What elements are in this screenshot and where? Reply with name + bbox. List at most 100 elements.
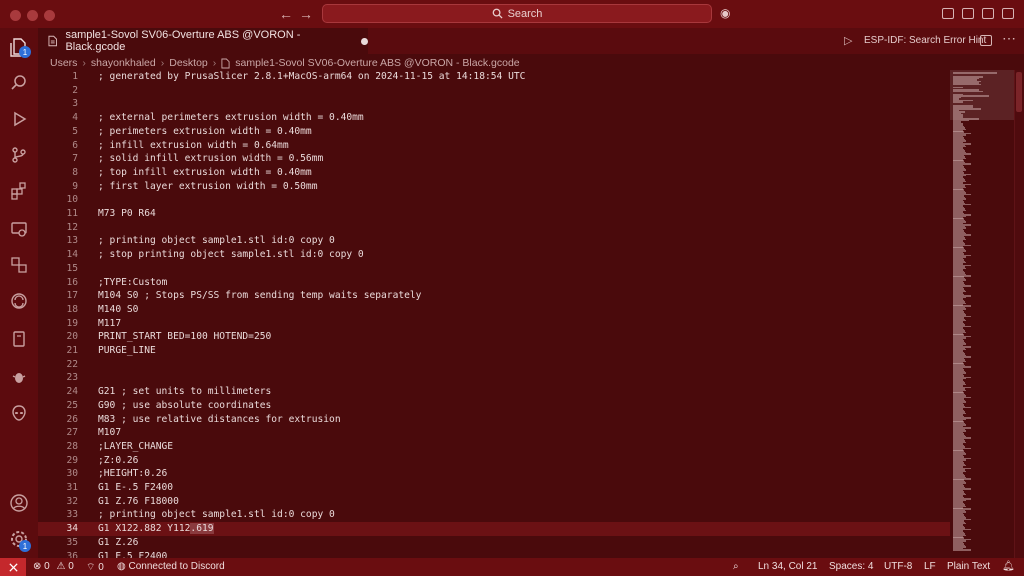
chevron-right-icon: › xyxy=(82,57,86,69)
code-line[interactable]: 17 M104 S0 ; Stops PS/SS from sending tem… xyxy=(38,289,950,303)
code-line[interactable]: 16 ;TYPE:Custom xyxy=(38,276,950,290)
code-line[interactable]: 9 ; first layer extrusion width = 0.50mm xyxy=(38,180,950,194)
code-text: M107 xyxy=(98,427,122,439)
discord-status[interactable]: ◍ Connected to Discord xyxy=(117,561,225,572)
code-text: ; external perimeters extrusion width = … xyxy=(98,112,364,124)
minimap-line xyxy=(953,83,981,86)
breadcrumb-item[interactable]: Users xyxy=(50,57,77,69)
code-line[interactable]: 8 ; top infill extrusion width = 0.40mm xyxy=(38,166,950,180)
code-line[interactable]: 18 M140 S0 xyxy=(38,303,950,317)
code-line[interactable]: 34 G1 X122.882 Y112.619 xyxy=(38,522,950,536)
run-debug-icon[interactable] xyxy=(8,108,30,130)
code-line[interactable]: 13 ; printing object sample1.stl id:0 cop… xyxy=(38,234,950,248)
code-line[interactable]: 33 ; printing object sample1.stl id:0 cop… xyxy=(38,508,950,522)
breadcrumb-item[interactable]: sample1-Sovol SV06-Overture ABS @VORON -… xyxy=(235,57,519,69)
more-actions-icon[interactable]: ⋯ xyxy=(1002,30,1016,47)
close-window-button[interactable] xyxy=(10,10,21,21)
platformio-icon[interactable] xyxy=(8,254,30,276)
device-icon[interactable] xyxy=(8,328,30,350)
alien-icon[interactable] xyxy=(8,402,30,424)
code-line[interactable]: 31 G1 E-.5 F2400 xyxy=(38,481,950,495)
breadcrumb-item[interactable]: Desktop xyxy=(169,57,208,69)
code-text: ;HEIGHT:0.26 xyxy=(98,468,168,480)
code-line[interactable]: 1 ; generated by PrusaSlicer 2.8.1+MacOS-… xyxy=(38,70,950,84)
ports-indicator[interactable]: ⌔ 0 xyxy=(86,561,104,574)
line-number: 31 xyxy=(66,482,78,493)
cursor-position[interactable]: Ln 34, Col 21 xyxy=(758,561,818,572)
code-line[interactable]: 20 PRINT_START BED=100 HOTEND=250 xyxy=(38,330,950,344)
remote-indicator-button[interactable] xyxy=(0,558,26,576)
line-number: 15 xyxy=(66,262,78,274)
remote-explorer-icon[interactable] xyxy=(8,218,30,240)
code-text: G90 ; use absolute coordinates xyxy=(98,399,272,411)
line-number: 11 xyxy=(66,208,78,219)
code-line[interactable]: 7 ; solid infill extrusion width = 0.56mm xyxy=(38,152,950,166)
code-line[interactable]: 25 G90 ; use absolute coordinates xyxy=(38,399,950,413)
split-editor-icon[interactable] xyxy=(980,35,992,46)
esp-idf-icon[interactable] xyxy=(8,290,30,312)
code-line[interactable]: 15 xyxy=(38,262,950,276)
source-control-icon[interactable] xyxy=(8,144,30,166)
code-editor[interactable]: 1 ; generated by PrusaSlicer 2.8.1+MacOS-… xyxy=(38,70,950,562)
code-line[interactable]: 14 ; stop printing object sample1.stl id:… xyxy=(38,248,950,262)
code-line[interactable]: 29 ;Z:0.26 xyxy=(38,454,950,468)
toggle-secondary-sidebar-icon[interactable] xyxy=(982,8,994,19)
code-line[interactable]: 30 ;HEIGHT:0.26 xyxy=(38,467,950,481)
code-line[interactable]: 23 xyxy=(38,371,950,385)
copilot-icon[interactable]: ◉ xyxy=(720,6,730,20)
language-mode[interactable]: Plain Text xyxy=(947,561,990,572)
problems-indicator[interactable]: ⊗ 0 ⚠ 0 xyxy=(33,561,74,572)
esp-idf-search-error-hint-button[interactable]: ESP-IDF: Search Error Hint xyxy=(864,35,986,46)
line-number: 21 xyxy=(66,345,78,356)
code-text: ;LAYER_CHANGE xyxy=(98,440,174,452)
minimap[interactable] xyxy=(950,70,1020,558)
vertical-scrollbar[interactable] xyxy=(1014,70,1024,558)
scrollbar-thumb[interactable] xyxy=(1016,72,1022,112)
code-line[interactable]: 4 ; external perimeters extrusion width =… xyxy=(38,111,950,125)
run-icon[interactable]: ▷ xyxy=(844,34,852,47)
encoding[interactable]: UTF-8 xyxy=(884,561,912,572)
code-line[interactable]: 11 M73 P0 R64 xyxy=(38,207,950,221)
code-line[interactable]: 35 G1 Z.26 xyxy=(38,536,950,550)
code-line[interactable]: 32 G1 Z.76 F18000 xyxy=(38,495,950,509)
tab-gcode-file[interactable]: sample1-Sovol SV06-Overture ABS @VORON -… xyxy=(38,28,368,54)
code-line[interactable]: 3 xyxy=(38,97,950,111)
code-text: G21 ; set units to millimeters xyxy=(98,386,272,398)
bug-icon[interactable] xyxy=(8,366,30,388)
account-icon[interactable] xyxy=(8,492,30,514)
line-number: 35 xyxy=(66,536,78,548)
code-line[interactable]: 2 xyxy=(38,84,950,98)
code-line[interactable]: 19 M117 xyxy=(38,317,950,331)
back-arrow-icon[interactable]: ← xyxy=(278,6,294,22)
toggle-primary-sidebar-icon[interactable] xyxy=(942,8,954,19)
notifications-bell-icon[interactable]: 🔔︎ xyxy=(1002,561,1015,572)
customize-layout-icon[interactable] xyxy=(1002,8,1014,19)
code-line[interactable]: 21 PURGE_LINE xyxy=(38,344,950,358)
unsaved-dot-icon[interactable] xyxy=(361,37,368,45)
forward-arrow-icon[interactable]: → xyxy=(298,6,314,22)
end-of-line[interactable]: LF xyxy=(924,561,936,572)
indentation[interactable]: Spaces: 4 xyxy=(829,561,873,572)
tab-label: sample1-Sovol SV06-Overture ABS @VORON -… xyxy=(65,29,301,53)
line-number: 13 xyxy=(66,235,78,247)
code-line[interactable]: 22 xyxy=(38,358,950,372)
code-text: ; first layer extrusion width = 0.50mm xyxy=(98,180,318,192)
minimize-window-button[interactable] xyxy=(27,10,38,21)
maximize-window-button[interactable] xyxy=(44,10,55,21)
code-line[interactable]: 24 G21 ; set units to millimeters xyxy=(38,385,950,399)
command-center-search[interactable]: Search xyxy=(322,4,712,23)
code-line[interactable]: 26 M83 ; use relative distances for extru… xyxy=(38,413,950,427)
code-line[interactable]: 27 M107 xyxy=(38,426,950,440)
toggle-panel-icon[interactable] xyxy=(962,8,974,19)
search-icon[interactable] xyxy=(8,72,30,94)
code-line[interactable]: 10 xyxy=(38,193,950,207)
code-line[interactable]: 5 ; perimeters extrusion width = 0.40mm xyxy=(38,125,950,139)
code-line[interactable]: 28 ;LAYER_CHANGE xyxy=(38,440,950,454)
code-line[interactable]: 6 ; infill extrusion width = 0.64mm xyxy=(38,139,950,153)
file-icon xyxy=(48,35,57,47)
extensions-icon[interactable] xyxy=(8,180,30,202)
zoom-icon[interactable]: ⌕ xyxy=(733,561,739,572)
discord-status-label: Connected to Discord xyxy=(128,561,225,572)
breadcrumb-item[interactable]: shayonkhaled xyxy=(91,57,156,69)
code-line[interactable]: 12 xyxy=(38,221,950,235)
